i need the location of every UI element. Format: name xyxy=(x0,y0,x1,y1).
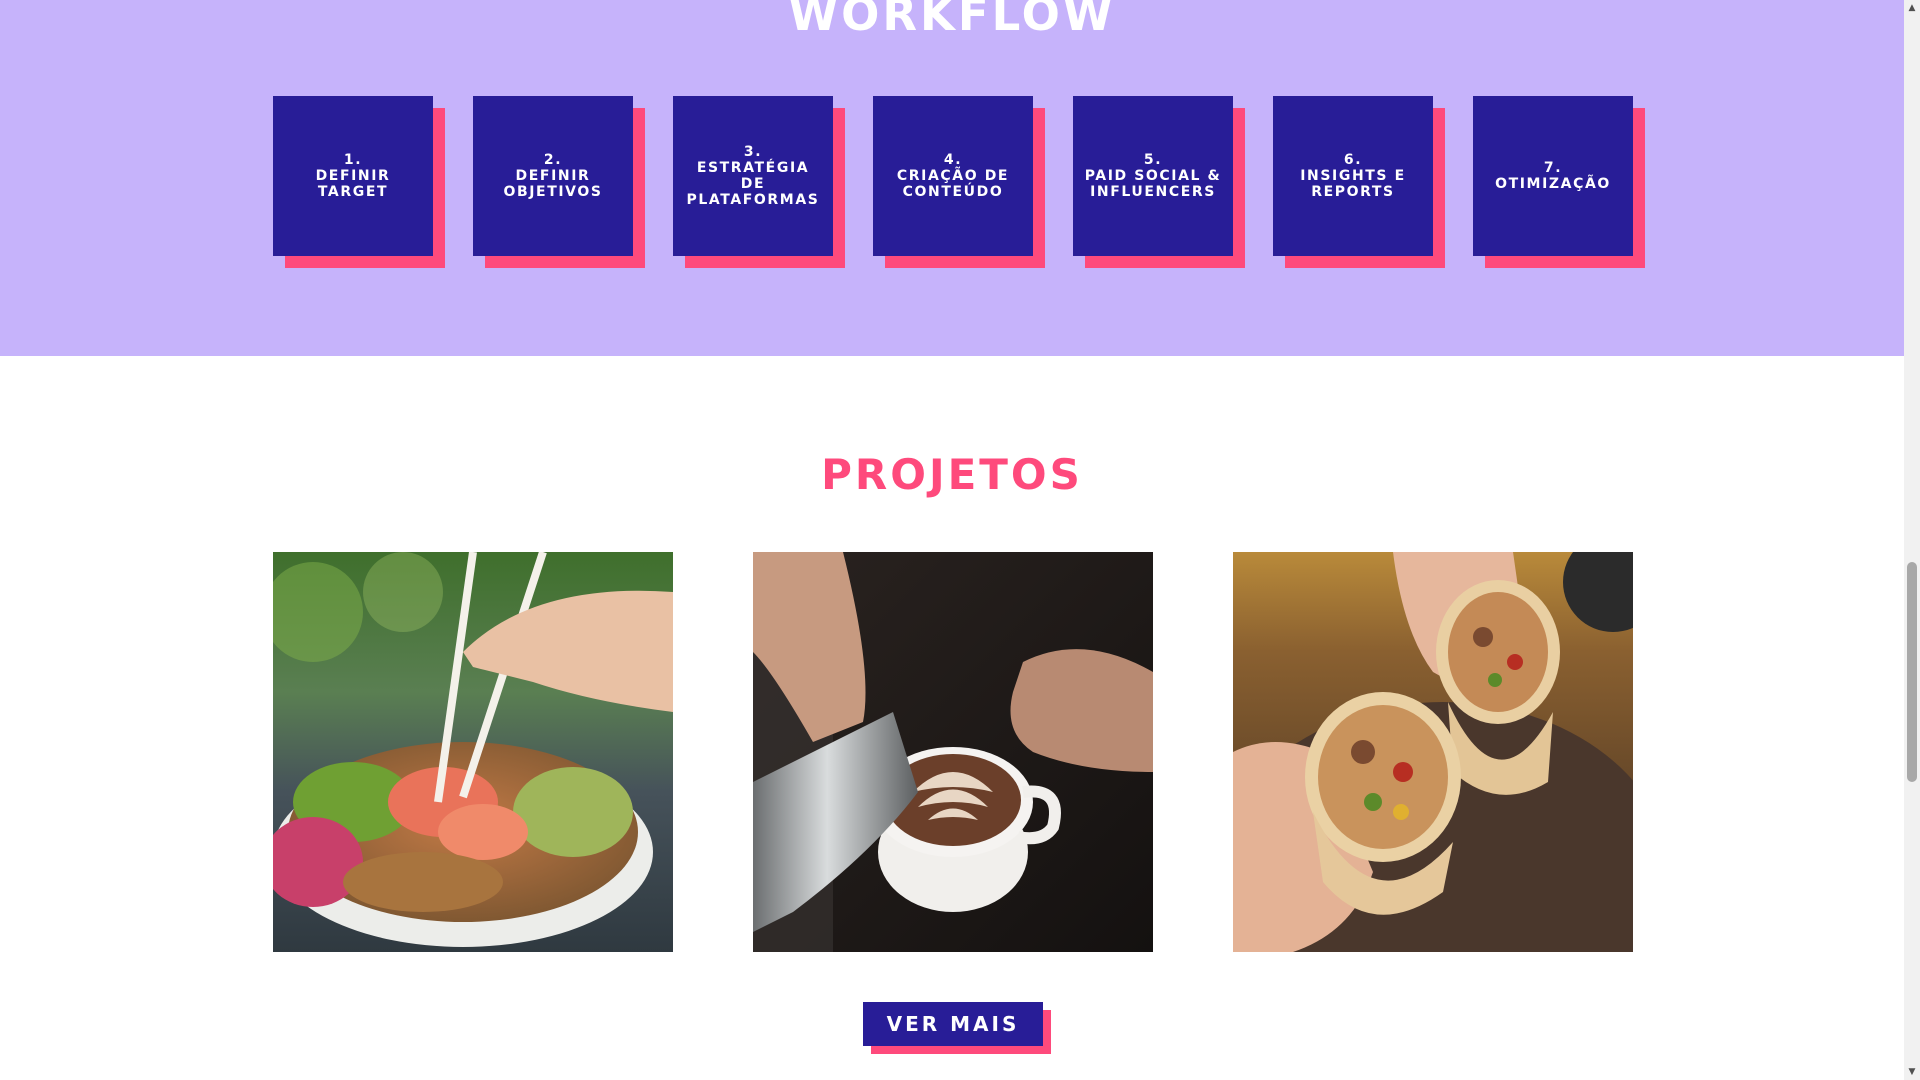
scroll-up-arrow-icon[interactable]: ▲ xyxy=(1904,0,1920,16)
step-card: 2. DEFINIR OBJETIVOS xyxy=(473,96,633,256)
workflow-step-4: 4. CRIAÇÃO DE CONTEÚDO xyxy=(873,96,1045,268)
step-card: 7. OTIMIZAÇÃO xyxy=(1473,96,1633,256)
page: WORKFLOW 1. DEFINIR TARGET 2. DEFINIR OB… xyxy=(0,0,1904,1080)
step-card: 3. ESTRATÉGIA DE PLATAFORMAS xyxy=(673,96,833,256)
workflow-title: WORKFLOW xyxy=(788,0,1116,41)
step-card: 1. DEFINIR TARGET xyxy=(273,96,433,256)
workflow-step-7: 7. OTIMIZAÇÃO xyxy=(1473,96,1645,268)
ver-mais-wrapper: VER MAIS xyxy=(863,1002,1051,1058)
step-label: 7. OTIMIZAÇÃO xyxy=(1495,160,1611,192)
projects-title: PROJETOS xyxy=(821,450,1083,499)
ver-mais-button[interactable]: VER MAIS xyxy=(863,1002,1043,1046)
step-card: 4. CRIAÇÃO DE CONTEÚDO xyxy=(873,96,1033,256)
step-label: 3. ESTRATÉGIA DE PLATAFORMAS xyxy=(686,144,820,208)
workflow-steps: 1. DEFINIR TARGET 2. DEFINIR OBJETIVOS 3… xyxy=(273,96,1645,276)
step-label: 5. PAID SOCIAL & INFLUENCERS xyxy=(1084,152,1222,200)
workflow-step-2: 2. DEFINIR OBJETIVOS xyxy=(473,96,645,268)
workflow-step-5: 5. PAID SOCIAL & INFLUENCERS xyxy=(1073,96,1245,268)
step-label: 4. CRIAÇÃO DE CONTEÚDO xyxy=(896,152,1010,200)
step-card: 6. INSIGHTS E REPORTS xyxy=(1273,96,1433,256)
poke-bowl-photo[interactable] xyxy=(273,552,673,952)
step-label: 1. DEFINIR TARGET xyxy=(315,152,391,200)
step-card: 5. PAID SOCIAL & INFLUENCERS xyxy=(1073,96,1233,256)
scroll-down-arrow-icon[interactable]: ▼ xyxy=(1904,1064,1920,1080)
scrollbar-thumb[interactable] xyxy=(1907,562,1917,782)
page-scrollbar[interactable]: ▲ ▼ xyxy=(1904,0,1920,1080)
workflow-step-1: 1. DEFINIR TARGET xyxy=(273,96,445,268)
workflow-section: WORKFLOW 1. DEFINIR TARGET 2. DEFINIR OB… xyxy=(0,0,1904,356)
workflow-step-3: 3. ESTRATÉGIA DE PLATAFORMAS xyxy=(673,96,845,268)
burrito-photo[interactable] xyxy=(1233,552,1633,952)
step-label: 6. INSIGHTS E REPORTS xyxy=(1300,152,1406,200)
workflow-step-6: 6. INSIGHTS E REPORTS xyxy=(1273,96,1445,268)
latte-art-photo[interactable] xyxy=(753,552,1153,952)
step-label: 2. DEFINIR OBJETIVOS xyxy=(503,152,603,200)
